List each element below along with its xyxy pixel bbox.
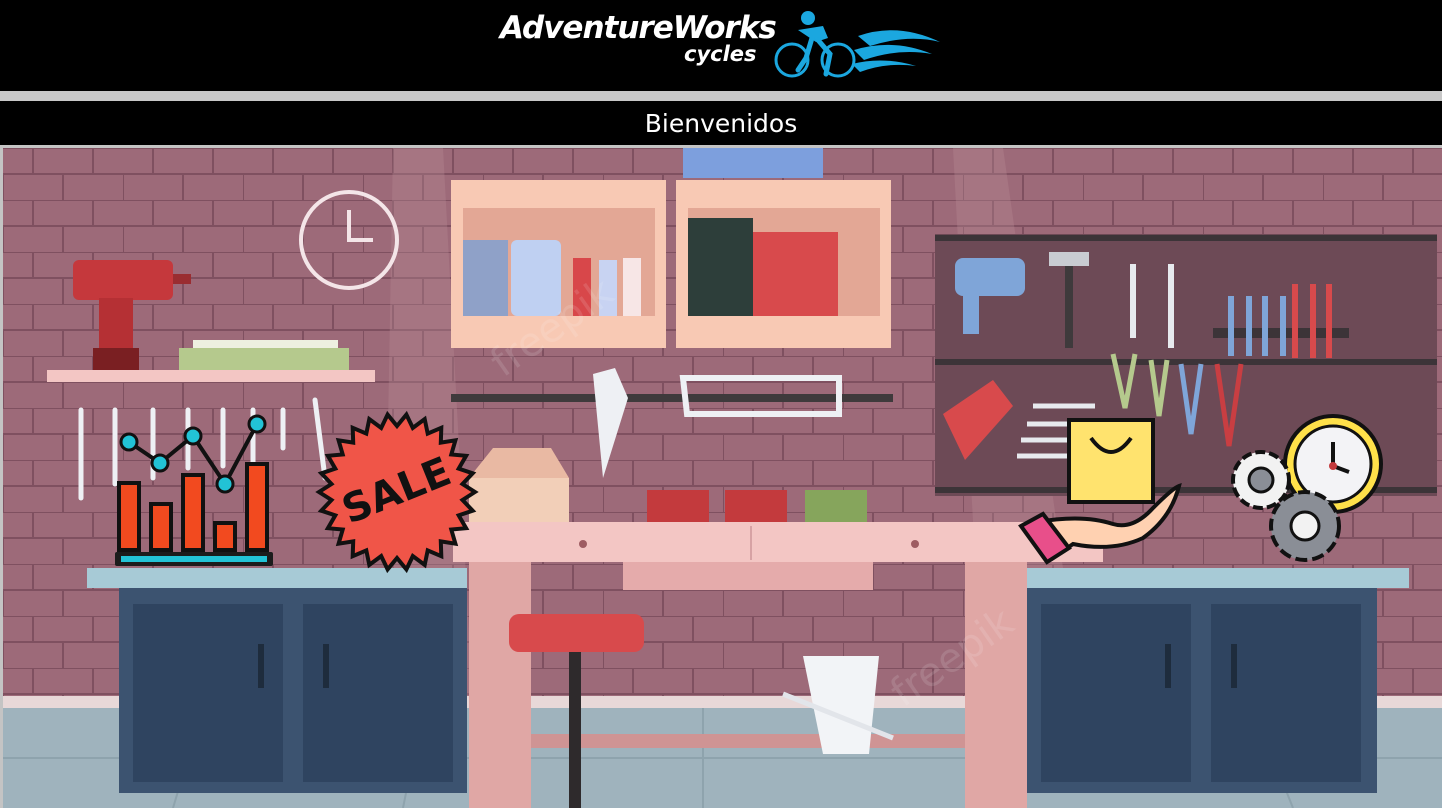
right-countertop [1027,568,1409,588]
chart-icon-bar [245,462,269,552]
top-header: AdventureWorks cycles [0,0,1442,91]
workshop-hero-illustration: freepik freepik SALE [3,148,1442,808]
chart-icon-bar [213,521,237,552]
header-separator [0,91,1442,101]
welcome-banner: Bienvenidos [0,101,1442,145]
cyclist-logo-icon [774,11,940,78]
chart-icon-bar [181,473,205,552]
adventureworks-logo[interactable]: AdventureWorks cycles [498,8,948,86]
chart-icon-bar [117,481,141,552]
logo-brand-text: AdventureWorks [500,10,777,46]
welcome-text: Bienvenidos [644,109,798,138]
workbench-top [453,522,1103,562]
toolbox-tray [179,348,349,370]
logo-sub-text: cycles [684,42,757,66]
chart-icon-bar [149,502,173,552]
left-countertop [87,568,467,588]
